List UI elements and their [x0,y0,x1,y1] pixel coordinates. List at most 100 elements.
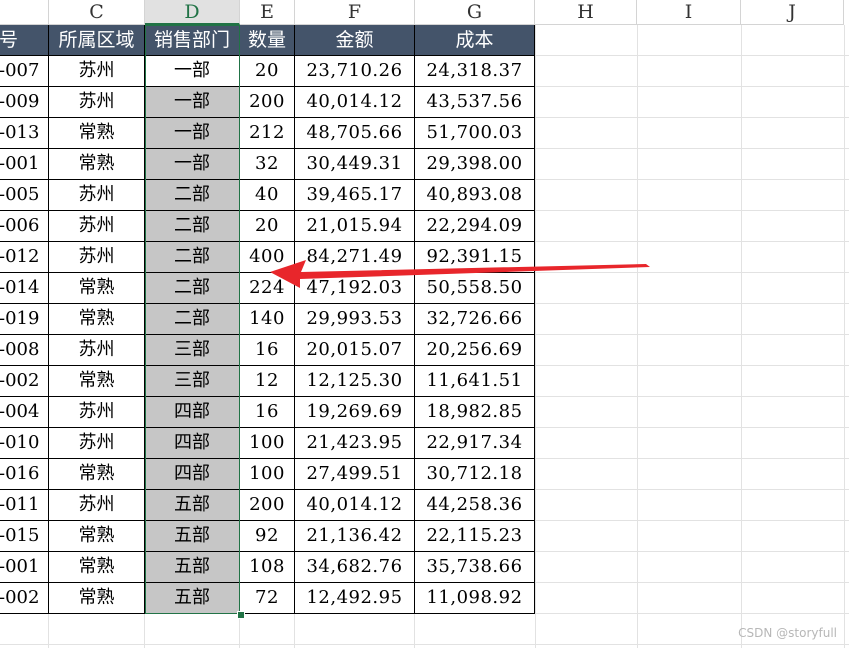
column-header-g[interactable]: G [415,0,535,25]
cell-amount[interactable]: 39,465.17 [295,180,415,211]
cell-order-no[interactable]: -011 [0,490,49,521]
cell-cost[interactable]: 29,398.00 [415,149,535,180]
cell-cost[interactable]: 35,738.66 [415,552,535,583]
cell-amount[interactable]: 29,993.53 [295,304,415,335]
cell-region[interactable]: 苏州 [49,428,145,459]
cell-region[interactable]: 常熟 [49,273,145,304]
cell-quantity[interactable]: 212 [240,118,295,149]
cell-region[interactable]: 常熟 [49,149,145,180]
cell-amount[interactable]: 30,449.31 [295,149,415,180]
cell-cost[interactable]: 92,391.15 [415,242,535,273]
cell-amount[interactable]: 21,423.95 [295,428,415,459]
cell-order-no[interactable]: -014 [0,273,49,304]
column-header-h[interactable]: H [535,0,637,25]
cell-quantity[interactable]: 12 [240,366,295,397]
cell-order-no[interactable]: -004 [0,397,49,428]
cell-amount[interactable]: 40,014.12 [295,490,415,521]
cell-quantity[interactable]: 72 [240,583,295,614]
fill-handle[interactable] [237,611,245,619]
cell-amount[interactable]: 12,492.95 [295,583,415,614]
column-header-j[interactable]: J [741,0,844,25]
cell-region[interactable]: 常熟 [49,366,145,397]
column-header-c[interactable]: C [49,0,145,25]
cell-order-no[interactable]: -005 [0,180,49,211]
cell-department[interactable]: 五部 [145,490,240,521]
cell-department[interactable]: 三部 [145,335,240,366]
cell-cost[interactable]: 30,712.18 [415,459,535,490]
cell-quantity[interactable]: 92 [240,521,295,552]
cell-cost[interactable]: 32,726.66 [415,304,535,335]
cell-region[interactable]: 常熟 [49,304,145,335]
header-cell-quantity[interactable]: 数量 [240,25,295,56]
column-header-i[interactable]: I [637,0,741,25]
cell-order-no[interactable]: -006 [0,211,49,242]
cell-region[interactable]: 苏州 [49,56,145,87]
cell-order-no[interactable]: -001 [0,552,49,583]
cell-region[interactable]: 苏州 [49,335,145,366]
cell-order-no[interactable]: -002 [0,366,49,397]
cell-cost[interactable]: 11,641.51 [415,366,535,397]
cell-department[interactable]: 四部 [145,428,240,459]
cell-cost[interactable]: 43,537.56 [415,87,535,118]
cell-department[interactable]: 二部 [145,180,240,211]
cell-region[interactable]: 苏州 [49,180,145,211]
cell-region[interactable]: 常熟 [49,552,145,583]
cell-order-no[interactable]: -009 [0,87,49,118]
cell-cost[interactable]: 51,700.03 [415,118,535,149]
column-header-d[interactable]: D [145,0,240,25]
cell-amount[interactable]: 12,125.30 [295,366,415,397]
column-header-e[interactable]: E [240,0,295,25]
cell-department[interactable]: 一部 [145,56,240,87]
cell-quantity[interactable]: 100 [240,459,295,490]
cell-department[interactable]: 五部 [145,583,240,614]
cell-amount[interactable]: 21,136.42 [295,521,415,552]
cell-cost[interactable]: 20,256.69 [415,335,535,366]
cell-quantity[interactable]: 16 [240,335,295,366]
cell-cost[interactable]: 18,982.85 [415,397,535,428]
cell-amount[interactable]: 84,271.49 [295,242,415,273]
cell-region[interactable]: 苏州 [49,87,145,118]
header-cell-department[interactable]: 销售部门 [145,25,240,56]
cell-amount[interactable]: 23,710.26 [295,56,415,87]
cell-quantity[interactable]: 20 [240,211,295,242]
spreadsheet[interactable]: CDEFGHIJ 号所属区域 销售部门 数量 金额 成本 -007 苏州 一部 20 23,710… [0,0,849,648]
cell-department[interactable]: 二部 [145,242,240,273]
header-cell-amount[interactable]: 金额 [295,25,415,56]
cell-department[interactable]: 二部 [145,304,240,335]
cell-region[interactable]: 常熟 [49,459,145,490]
cell-department[interactable]: 四部 [145,397,240,428]
cell-region[interactable]: 常熟 [49,118,145,149]
cell-amount[interactable]: 47,192.03 [295,273,415,304]
cell-quantity[interactable]: 32 [240,149,295,180]
cell-cost[interactable]: 22,294.09 [415,211,535,242]
cell-order-no[interactable]: -010 [0,428,49,459]
cell-quantity[interactable]: 400 [240,242,295,273]
cell-quantity[interactable]: 108 [240,552,295,583]
cell-order-no[interactable]: -016 [0,459,49,490]
cell-cost[interactable]: 24,318.37 [415,56,535,87]
cell-region[interactable]: 苏州 [49,490,145,521]
column-header-partial[interactable] [0,0,49,25]
cell-order-no[interactable]: -001 [0,149,49,180]
cell-order-no[interactable]: -015 [0,521,49,552]
cell-cost[interactable]: 40,893.08 [415,180,535,211]
cell-cost[interactable]: 50,558.50 [415,273,535,304]
cell-quantity[interactable]: 40 [240,180,295,211]
cell-amount[interactable]: 19,269.69 [295,397,415,428]
cell-cost[interactable]: 11,098.92 [415,583,535,614]
cell-quantity[interactable]: 16 [240,397,295,428]
cell-cost[interactable]: 22,115.23 [415,521,535,552]
cell-quantity[interactable]: 224 [240,273,295,304]
header-cell-order-no[interactable]: 号 [0,25,49,56]
column-header-f[interactable]: F [295,0,415,25]
cell-quantity[interactable]: 100 [240,428,295,459]
cell-amount[interactable]: 48,705.66 [295,118,415,149]
cell-region[interactable]: 苏州 [49,242,145,273]
cell-quantity[interactable]: 200 [240,490,295,521]
cell-quantity[interactable]: 20 [240,56,295,87]
cell-order-no[interactable]: -013 [0,118,49,149]
cell-region[interactable]: 苏州 [49,397,145,428]
cell-region[interactable]: 常熟 [49,521,145,552]
cell-amount[interactable]: 40,014.12 [295,87,415,118]
cell-cost[interactable]: 44,258.36 [415,490,535,521]
